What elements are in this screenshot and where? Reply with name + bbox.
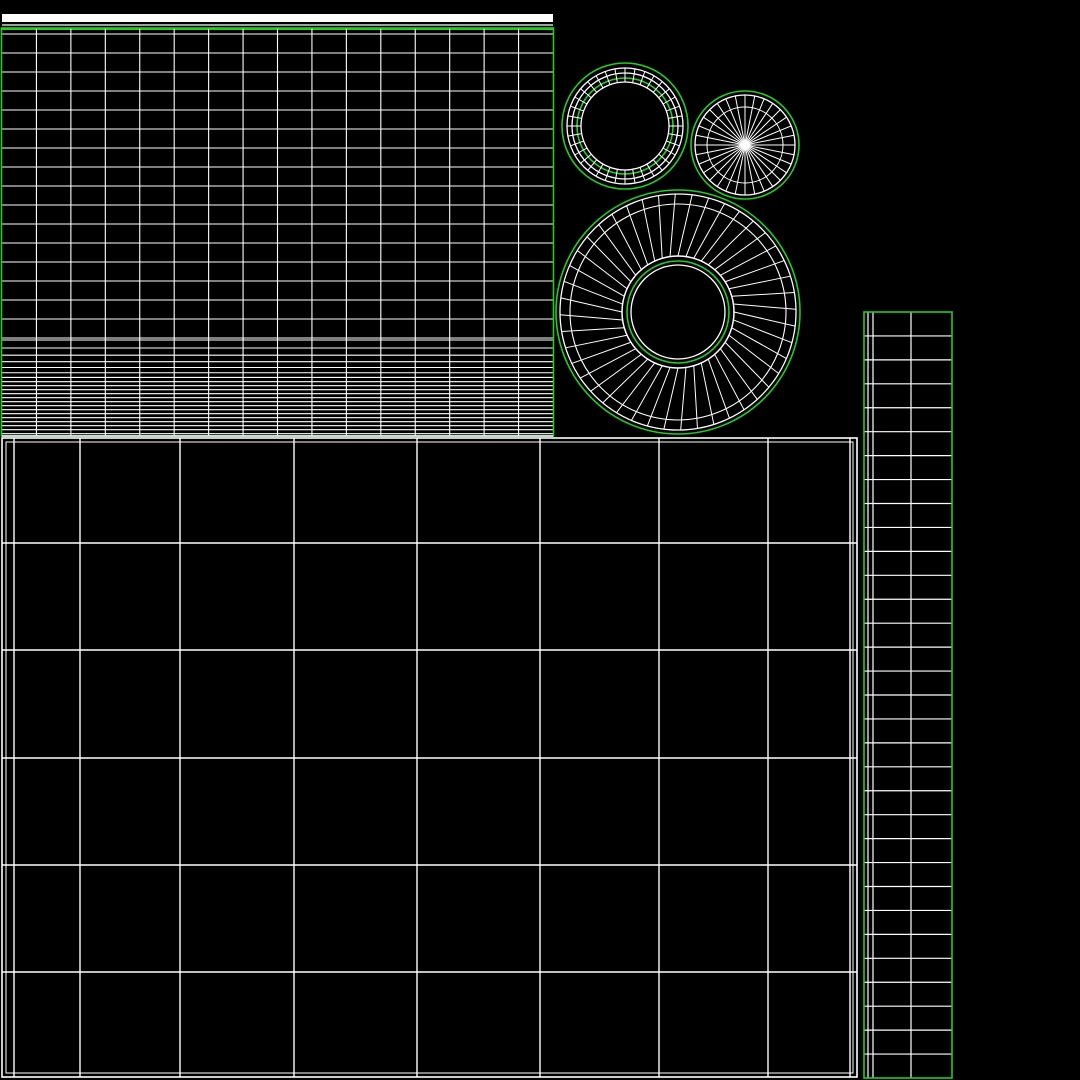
small-disc-fan-island: [690, 90, 800, 200]
uv-layout-canvas: [0, 0, 1080, 1080]
top-edge-strip: [2, 14, 553, 22]
